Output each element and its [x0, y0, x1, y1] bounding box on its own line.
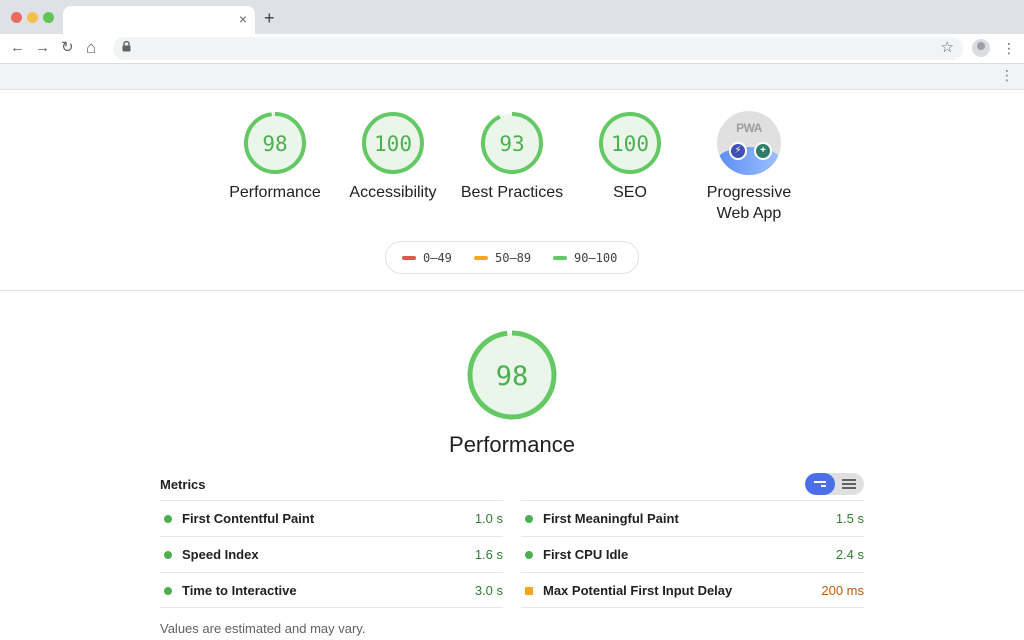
metric-row: First Contentful Paint 1.0 s: [160, 500, 503, 536]
gauge-seo[interactable]: 100 SEO: [565, 111, 695, 203]
zoom-window-button[interactable]: [43, 12, 54, 23]
pass-indicator-icon: [164, 515, 172, 523]
gauge-score: 98: [262, 132, 287, 156]
section-divider: [0, 290, 1024, 291]
metric-name: First CPU Idle: [543, 547, 629, 562]
gauge-label: SEO: [613, 184, 647, 201]
browser-menu-icon[interactable]: ⋮: [1002, 41, 1016, 55]
average-indicator-icon: [525, 587, 533, 595]
metric-value: 200 ms: [821, 583, 864, 598]
performance-big-gauge: 98: [467, 330, 557, 420]
gauge-score: 100: [374, 132, 412, 156]
star-icon[interactable]: ☆: [941, 38, 954, 58]
metric-name: Max Potential First Input Delay: [543, 583, 733, 598]
gauge-performance[interactable]: 98 Performance: [210, 111, 340, 203]
metric-row: Time to Interactive 3.0 s: [160, 572, 503, 608]
metric-value: 1.0 s: [474, 511, 503, 526]
report-menu-icon[interactable]: ⋮: [1000, 68, 1014, 82]
report-topbar: ⋮: [0, 64, 1024, 90]
pass-indicator-icon: [525, 551, 533, 559]
gauge-label: Best Practices: [460, 184, 564, 201]
metrics-column-left: First Contentful Paint 1.0 s Speed Index…: [160, 500, 503, 608]
gauge-score: 93: [499, 132, 524, 156]
pass-indicator-icon: [164, 551, 172, 559]
gauge-accessibility[interactable]: 100 Accessibility: [328, 111, 458, 203]
browser-toolbar: ← → ↻ ⌂ ☆ ⋮: [0, 34, 1024, 64]
minimize-window-button[interactable]: [27, 12, 38, 23]
browser-tab[interactable]: ×: [63, 6, 255, 34]
performance-title: Performance: [449, 432, 575, 457]
tab-strip: × +: [0, 0, 1024, 34]
pass-indicator-icon: [164, 587, 172, 595]
pass-swatch: [553, 255, 567, 260]
metric-row: Speed Index 1.6 s: [160, 536, 503, 572]
metrics-column-right: First Meaningful Paint 1.5 s First CPU I…: [521, 500, 864, 608]
close-window-button[interactable]: [11, 12, 22, 23]
metrics-footnote: Values are estimated and may vary.: [160, 621, 366, 636]
metric-row: Max Potential First Input Delay 200 ms: [521, 572, 864, 608]
gauge-label: Progressive Web App: [706, 184, 792, 222]
gauge-label: Performance: [229, 184, 321, 201]
gauge-label: Accessibility: [349, 184, 437, 201]
legend-item-pass: 90–100: [553, 251, 617, 265]
metric-name: Time to Interactive: [182, 583, 297, 598]
metric-name: First Meaningful Paint: [543, 511, 679, 526]
lock-icon: [122, 41, 131, 52]
average-swatch: [474, 255, 488, 260]
profile-avatar[interactable]: [972, 39, 990, 57]
gauge-score: 100: [611, 132, 649, 156]
address-bar[interactable]: ☆: [113, 37, 963, 60]
metric-row: First Meaningful Paint 1.5 s: [521, 500, 864, 536]
close-icon[interactable]: ×: [239, 11, 247, 27]
gauge-ring: 100: [362, 112, 424, 174]
metric-value: 1.5 s: [835, 511, 864, 526]
forward-arrow-icon[interactable]: →: [35, 38, 50, 58]
gauge-pwa[interactable]: PWA ⚡ + Progressive Web App: [684, 111, 814, 224]
legend-item-fail: 0–49: [402, 251, 452, 265]
pass-indicator-icon: [525, 515, 533, 523]
installable-icon: +: [754, 142, 772, 160]
metric-name: Speed Index: [182, 547, 259, 562]
expanded-view-icon[interactable]: [835, 473, 864, 495]
legend-item-average: 50–89: [474, 251, 531, 265]
performance-score: 98: [496, 361, 529, 392]
metrics-view-toggle[interactable]: [805, 473, 864, 495]
gauge-ring: 100: [599, 112, 661, 174]
metric-row: First CPU Idle 2.4 s: [521, 536, 864, 572]
metric-name: First Contentful Paint: [182, 511, 315, 526]
back-arrow-icon[interactable]: ←: [10, 38, 25, 58]
metrics-heading: Metrics: [160, 477, 206, 492]
score-scale-legend: 0–49 50–89 90–100: [385, 241, 639, 274]
metric-value: 1.6 s: [474, 547, 503, 562]
metric-value: 3.0 s: [474, 583, 503, 598]
home-icon[interactable]: ⌂: [86, 38, 96, 58]
metric-value: 2.4 s: [835, 547, 864, 562]
pwa-badge-icon: PWA ⚡ +: [717, 111, 781, 175]
new-tab-button[interactable]: +: [264, 8, 275, 28]
reload-icon[interactable]: ↻: [61, 38, 74, 58]
fast-reliable-icon: ⚡: [729, 142, 747, 160]
fail-swatch: [402, 255, 416, 260]
gauge-ring: 93: [481, 112, 543, 174]
gauge-ring: 98: [244, 112, 306, 174]
gauge-best-practices[interactable]: 93 Best Practices: [447, 111, 577, 203]
compact-view-icon[interactable]: [805, 473, 835, 495]
